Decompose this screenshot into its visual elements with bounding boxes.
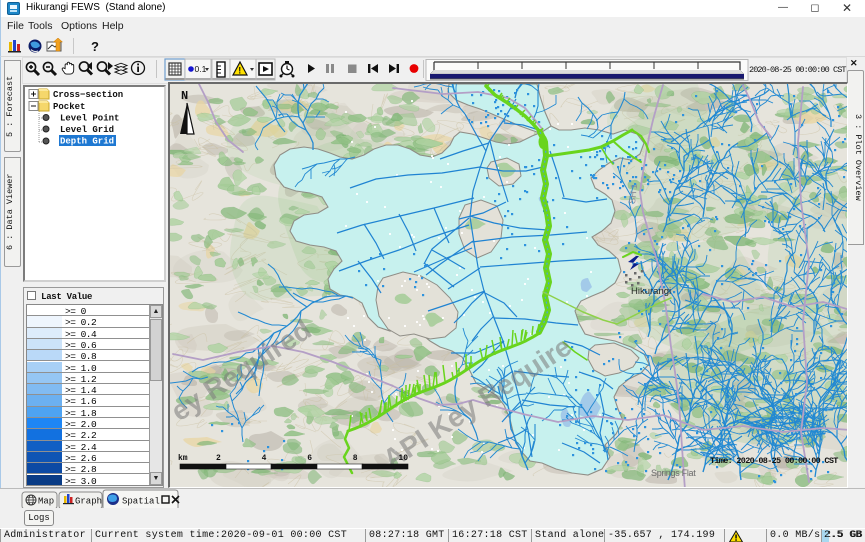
svg-text:Cross−section: Cross−section: [53, 90, 123, 100]
svg-text:Springs Flat: Springs Flat: [651, 468, 696, 478]
svg-text:Depth Grid: Depth Grid: [60, 137, 114, 147]
svg-text:SH 1: SH 1: [627, 183, 639, 204]
svg-text:Graph: Graph: [75, 497, 102, 507]
svg-text:10: 10: [398, 454, 408, 463]
svg-text:km: km: [178, 454, 188, 463]
svg-text:Spatial: Spatial: [122, 497, 160, 507]
svg-text:2: 2: [216, 454, 221, 463]
svg-text:Hikurangi: Hikurangi: [631, 286, 671, 297]
svg-text:0.1: 0.1: [195, 64, 207, 74]
svg-text:4: 4: [262, 454, 267, 463]
svg-text:Level Point: Level Point: [60, 114, 119, 124]
svg-text:Map: Map: [38, 497, 54, 507]
svg-text:Time: 2020-08-25 00:00:00 CST: Time: 2020-08-25 00:00:00 CST: [710, 456, 838, 466]
svg-text:N: N: [181, 89, 188, 103]
svg-text:8: 8: [353, 454, 358, 463]
svg-text:2020-08-25 00:00:00 CST: 2020-08-25 00:00:00 CST: [749, 65, 846, 75]
svg-text:!: !: [238, 66, 241, 76]
svg-text:6: 6: [307, 454, 312, 463]
svg-text:Level Grid: Level Grid: [60, 125, 114, 135]
svg-text:?: ?: [91, 39, 99, 54]
svg-text:Pocket: Pocket: [53, 102, 85, 112]
